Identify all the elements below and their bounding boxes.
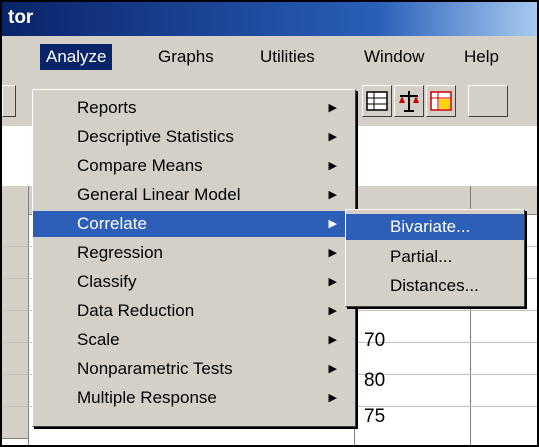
menu-item-label: Partial... <box>390 247 453 266</box>
submenu-arrow-icon: ▶ <box>328 276 337 288</box>
menu-item-label: Data Reduction <box>77 301 195 320</box>
menu-item-label: Distances... <box>390 276 479 295</box>
grid-cell[interactable]: 80 <box>364 370 385 392</box>
submenu-arrow-icon: ▶ <box>328 363 337 375</box>
select-cases-icon <box>430 91 452 111</box>
menu-item-label: Descriptive Statistics <box>77 127 234 146</box>
submenu-arrow-icon: ▶ <box>328 131 337 143</box>
menu-item-reports[interactable]: Reports ▶ <box>33 95 355 121</box>
row-header[interactable] <box>2 246 29 279</box>
menu-bar: Analyze Graphs Utilities Window Help <box>2 36 537 79</box>
submenu-arrow-icon: ▶ <box>328 334 337 346</box>
submenu-arrow-icon: ▶ <box>328 392 337 404</box>
menu-item-compare-means[interactable]: Compare Means ▶ <box>33 153 355 179</box>
menu-utilities[interactable]: Utilities <box>254 44 321 70</box>
menu-item-data-reduction[interactable]: Data Reduction ▶ <box>33 298 355 324</box>
menu-item-multiple-response[interactable]: Multiple Response ▶ <box>33 385 355 411</box>
menu-item-label: Correlate <box>77 214 147 233</box>
menu-item-label: Nonparametric Tests <box>77 359 233 378</box>
menu-item-nonparametric-tests[interactable]: Nonparametric Tests ▶ <box>33 356 355 382</box>
menu-item-distances[interactable]: Distances... <box>346 273 524 299</box>
grid-cell[interactable]: 75 <box>364 406 385 428</box>
menu-item-label: Scale <box>77 330 120 349</box>
menu-item-label: Regression <box>77 243 163 262</box>
row-header[interactable] <box>2 310 29 343</box>
title-bar: tor <box>2 2 537 36</box>
submenu-arrow-icon: ▶ <box>328 102 337 114</box>
analyze-dropdown-menu: Reports ▶ Descriptive Statistics ▶ Compa… <box>32 89 356 427</box>
scale-icon-button[interactable] <box>394 85 424 117</box>
scale-icon <box>399 91 419 112</box>
menu-item-partial[interactable]: Partial... <box>346 244 524 270</box>
table-icon-button[interactable] <box>362 85 392 117</box>
submenu-arrow-icon: ▶ <box>328 305 337 317</box>
row-header[interactable] <box>2 342 29 375</box>
submenu-arrow-icon: ▶ <box>328 247 337 259</box>
menu-analyze[interactable]: Analyze <box>40 44 113 70</box>
table-icon <box>366 91 388 111</box>
menu-item-label: Reports <box>77 98 137 117</box>
menu-item-bivariate[interactable]: Bivariate... <box>346 214 524 240</box>
menu-item-descriptive-statistics[interactable]: Descriptive Statistics ▶ <box>33 124 355 150</box>
menu-item-correlate[interactable]: Correlate ▶ <box>33 211 355 237</box>
menu-item-label: General Linear Model <box>77 185 241 204</box>
row-header[interactable] <box>2 374 29 407</box>
submenu-arrow-icon: ▶ <box>328 160 337 172</box>
grid-cell[interactable]: 70 <box>364 330 385 352</box>
correlate-submenu: Bivariate... Partial... Distances... <box>345 209 525 307</box>
toolbar-button-partial-right[interactable] <box>468 85 508 117</box>
row-header[interactable] <box>2 406 29 439</box>
window-title: tor <box>8 7 34 28</box>
row-header[interactable] <box>2 214 29 247</box>
menu-item-label: Compare Means <box>77 156 203 175</box>
select-cases-button[interactable] <box>426 85 456 117</box>
menu-item-regression[interactable]: Regression ▶ <box>33 240 355 266</box>
menu-window[interactable]: Window <box>358 44 430 70</box>
menu-item-scale[interactable]: Scale ▶ <box>33 327 355 353</box>
menu-graphs[interactable]: Graphs <box>152 44 220 70</box>
menu-item-label: Multiple Response <box>77 388 217 407</box>
menu-item-classify[interactable]: Classify ▶ <box>33 269 355 295</box>
menu-item-label: Bivariate... <box>390 217 471 236</box>
menu-help[interactable]: Help <box>458 44 505 70</box>
submenu-arrow-icon: ▶ <box>328 189 337 201</box>
toolbar-button-partial[interactable] <box>2 85 16 117</box>
spss-window: tor Analyze Graphs Utilities Window Help <box>0 0 539 447</box>
menu-item-general-linear-model[interactable]: General Linear Model ▶ <box>33 182 355 208</box>
menu-item-label: Classify <box>77 272 137 291</box>
row-header[interactable] <box>2 278 29 311</box>
submenu-arrow-icon: ▶ <box>328 218 337 230</box>
